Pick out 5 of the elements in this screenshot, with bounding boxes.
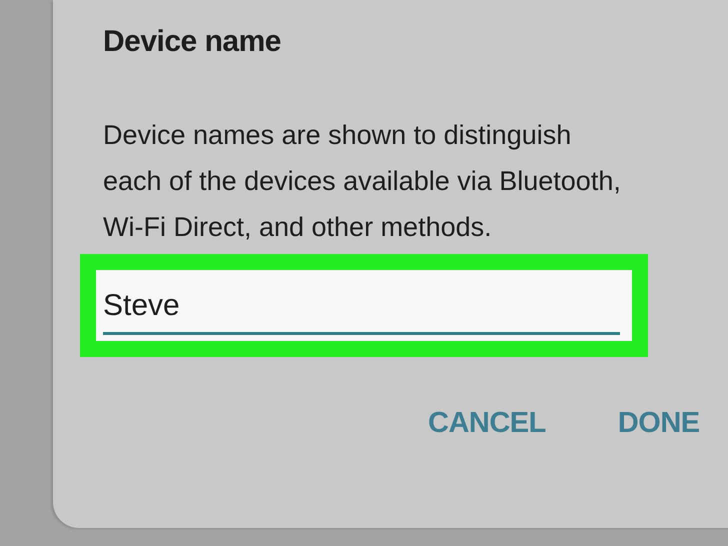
done-button[interactable]: DONE [618,407,700,440]
dialog-title: Device name [103,24,282,60]
dialog-message: Device names are shown to distinguish each of the devices available via Bluetooth, Wi-Fi Direct, and other methods. [103,119,622,244]
name-input-field[interactable]: Steve [96,270,632,341]
cancel-button[interactable]: CANCEL [428,407,546,440]
